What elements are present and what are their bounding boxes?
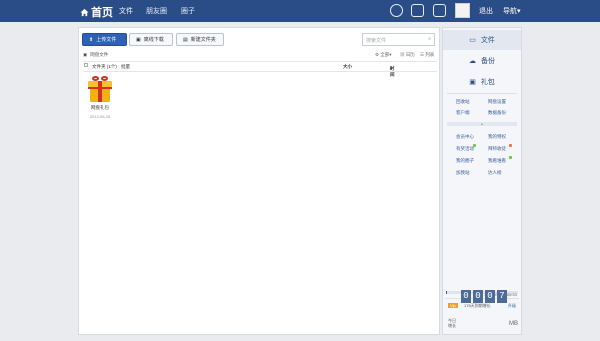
tab-files[interactable]: ▭ 文件 <box>443 30 521 50</box>
link-privilege[interactable]: 我的特权 <box>488 134 506 140</box>
counter-digit: 7 <box>497 290 507 303</box>
counter-digit: 0 <box>461 290 471 303</box>
message-icon[interactable] <box>433 4 446 17</box>
link-client[interactable]: 客户端 <box>456 110 470 116</box>
nav-circle[interactable]: 圈子 <box>181 6 195 16</box>
gift-icon <box>87 75 113 103</box>
header-name: 文件夹 (1个) <box>92 64 117 69</box>
new-folder-button[interactable]: ▤ 新建文件夹 <box>176 33 224 46</box>
filter-all[interactable]: ⚙ 全部▾ <box>375 52 392 58</box>
tab-files-label: 文件 <box>480 37 495 44</box>
table-header: 文件夹 (1个) 批量 大小 时间 ▾ <box>83 61 437 77</box>
avatar[interactable] <box>455 3 470 18</box>
edit-icon[interactable] <box>411 4 424 17</box>
gift-icon: ▣ <box>469 79 476 86</box>
offline-label: 离线下载 <box>143 37 164 43</box>
file-item[interactable]: 网盘礼包 2013-06-28 <box>85 75 115 119</box>
nav-files[interactable]: 文件 <box>119 6 133 16</box>
search-placeholder: 搜索文件 <box>366 38 387 44</box>
tab-gift-label: 礼包 <box>480 79 495 86</box>
link-backup[interactable]: 数据备份 <box>488 110 506 116</box>
view-day[interactable]: ▦ 日历 <box>400 52 415 58</box>
breadcrumb: ▣ 网盘文件 <box>83 52 108 58</box>
header-size[interactable]: 大小 <box>343 64 352 70</box>
guide-label: 导航 <box>503 8 517 15</box>
upload-icon: ⬆ <box>89 36 94 43</box>
link-activity[interactable]: 有奖活动 <box>456 146 474 152</box>
top-navigation-bar: 首页 文件 朋友圈 圈子 退出 导航▾ <box>0 0 600 22</box>
chevron-down-icon: ▾ <box>389 52 392 57</box>
tab-backup[interactable]: ☁ 备份 <box>443 51 521 71</box>
sort-down-icon: ▾ <box>390 66 393 71</box>
upload-label: 上传文件 <box>96 37 117 43</box>
link-circles[interactable]: 我的圈子 <box>456 158 474 164</box>
sidebar: ▭ 文件 ☁ 备份 ▣ 礼包 回收站 网盘设置 客户端 数据备份 ▲ 会员中心 我的特… <box>442 27 522 335</box>
link-watch[interactable]: 我看谁看 <box>488 158 506 164</box>
today-growth-label: 今日增长 <box>448 318 456 328</box>
new-badge <box>473 144 476 147</box>
upload-button[interactable]: ⬆ 上传文件 <box>82 33 127 46</box>
vip-badge: Vip <box>448 303 458 308</box>
filter-all-label: 全部 <box>380 52 390 57</box>
cloud-icon: ☁ <box>469 58 476 65</box>
nav-friends[interactable]: 朋友圈 <box>146 6 167 16</box>
link-station[interactable]: 加我站 <box>456 170 470 176</box>
folder-icon: ▭ <box>469 37 476 44</box>
file-name: 网盘礼包 <box>91 105 109 110</box>
chevron-down-icon: ▾ <box>517 8 521 15</box>
offline-download-button[interactable]: ▣ 离线下载 <box>129 33 173 46</box>
header-bulk[interactable]: 批量 <box>121 64 130 70</box>
upgrade-link[interactable]: 升级 <box>508 303 516 309</box>
chevron-up-icon: ▲ <box>480 122 484 126</box>
drive-icon: ▣ <box>83 52 88 57</box>
counter-unit: MB <box>509 321 518 327</box>
divider <box>447 93 517 94</box>
select-all-checkbox[interactable] <box>84 63 88 67</box>
download-icon: ▣ <box>136 36 141 43</box>
guide-menu[interactable]: 导航▾ <box>503 6 521 16</box>
hot-badge <box>509 144 512 147</box>
tab-gift[interactable]: ▣ 礼包 <box>443 72 521 92</box>
view-list-label: 列表 <box>425 52 435 57</box>
link-rank[interactable]: 达人榜 <box>488 170 502 176</box>
counter-digit: 0 <box>485 290 495 303</box>
newfolder-label: 新建文件夹 <box>190 37 216 43</box>
search-icon[interactable] <box>390 4 403 17</box>
link-settings[interactable]: 网盘设置 <box>488 99 506 105</box>
file-date: 2013-06-28 <box>89 114 111 119</box>
breadcrumb-root[interactable]: 网盘文件 <box>90 52 108 58</box>
tab-backup-label: 备份 <box>481 58 495 65</box>
home-icon <box>80 8 89 16</box>
growth-text: 178天到期增长 <box>464 303 491 308</box>
link-mentor[interactable]: 拜师收徒 <box>488 146 506 152</box>
view-day-label: 日历 <box>405 52 415 57</box>
quota-fill <box>446 291 447 294</box>
search-icon: ⌕ <box>428 36 431 42</box>
counter-digit: 0 <box>473 290 483 303</box>
view-list[interactable]: ☰ 列表 <box>420 52 434 58</box>
link-member[interactable]: 会员中心 <box>456 134 474 140</box>
folder-icon: ▤ <box>183 36 188 43</box>
link-recycle[interactable]: 回收站 <box>456 99 470 105</box>
logout-link[interactable]: 退出 <box>479 6 493 16</box>
new-badge <box>509 156 512 159</box>
search-input[interactable]: 搜索文件 ⌕ <box>362 33 435 46</box>
file-panel: ⬆ 上传文件 ▣ 离线下载 ▤ 新建文件夹 搜索文件 ⌕ ▣ 网盘文件 ⚙ 全部▾ ▦… <box>78 27 440 335</box>
home-label: 首页 <box>91 7 113 19</box>
collapse-handle[interactable]: ▲ <box>447 122 517 126</box>
home-logo[interactable]: 首页 <box>80 4 113 20</box>
